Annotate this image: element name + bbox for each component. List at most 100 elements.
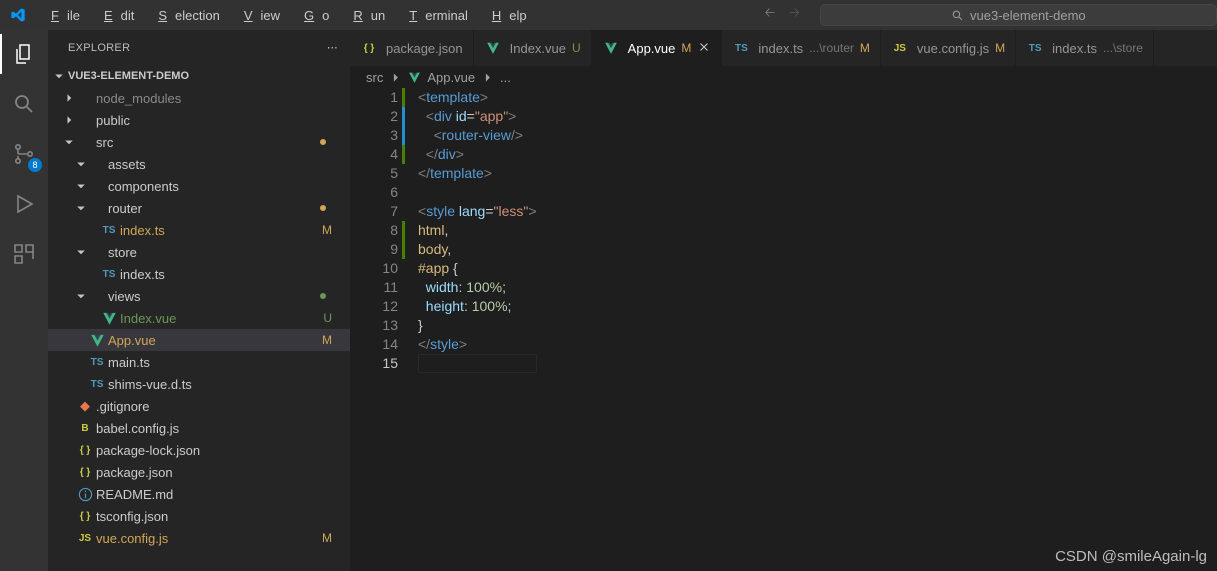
chevron-right-icon (389, 71, 402, 84)
file-shims-vue.d.ts[interactable]: TSshims-vue.d.ts (48, 373, 350, 395)
tree-item-label: .gitignore (96, 399, 149, 414)
menu-edit[interactable]: Edit (88, 0, 142, 30)
nav-back-icon[interactable]: 🡠 (765, 4, 776, 26)
search-text: vue3-element-demo (970, 8, 1086, 23)
file-package.json[interactable]: { }package.json (48, 461, 350, 483)
tree-item-label: vue.config.js (96, 531, 168, 546)
file-Index.vue[interactable]: Index.vueU (48, 307, 350, 329)
sidebar-title: EXPLORER (68, 42, 130, 54)
file-vue.config.js[interactable]: JSvue.config.jsM (48, 527, 350, 549)
tab-label: package.json (386, 41, 463, 56)
tree-item-label: views (108, 289, 141, 304)
activity-explorer[interactable] (0, 38, 48, 70)
activity-extensions[interactable] (0, 238, 48, 270)
folder-public[interactable]: public (48, 109, 350, 131)
tree-item-label: store (108, 245, 137, 260)
activity-scm[interactable]: 8 (0, 138, 48, 170)
nav-arrows: 🡠 🡢 (765, 4, 800, 26)
menu-view[interactable]: View (228, 0, 288, 30)
code-line[interactable]: </div> (418, 145, 537, 164)
code-line[interactable]: <router-view/> (418, 126, 537, 145)
file-main.ts[interactable]: TSmain.ts (48, 351, 350, 373)
activity-search[interactable] (0, 88, 48, 120)
file-babel.config.js[interactable]: Bbabel.config.js (48, 417, 350, 439)
file-tsconfig.json[interactable]: { }tsconfig.json (48, 505, 350, 527)
file-index.ts[interactable]: TSindex.tsM (48, 219, 350, 241)
scm-badge: 8 (28, 158, 42, 172)
code-line[interactable]: <template> (418, 88, 537, 107)
file-index.ts[interactable]: TSindex.ts (48, 263, 350, 285)
folder-src[interactable]: src (48, 131, 350, 153)
search-icon (951, 9, 964, 22)
code-line[interactable]: <style lang="less"> (418, 202, 537, 221)
code-editor[interactable]: 123456789101112131415 <template> <div id… (350, 88, 1217, 571)
tab-label: App.vue (628, 41, 676, 56)
vue-icon (408, 71, 421, 84)
menu-go[interactable]: Go (288, 0, 337, 30)
command-center[interactable]: vue3-element-demo (820, 4, 1217, 26)
tree-item-label: package-lock.json (96, 443, 200, 458)
tab-App.vue[interactable]: App.vueM (592, 30, 723, 66)
folder-assets[interactable]: assets (48, 153, 350, 175)
file-App.vue[interactable]: App.vueM (48, 329, 350, 351)
project-name: VUE3-ELEMENT-DEMO (68, 70, 189, 82)
folder-router[interactable]: router (48, 197, 350, 219)
menu-file[interactable]: File (35, 0, 88, 30)
menu-run[interactable]: Run (337, 0, 393, 30)
editor-group: { }package.jsonIndex.vueUApp.vueMTSindex… (350, 30, 1217, 571)
code-line[interactable]: </template> (418, 164, 537, 183)
chevron-right-icon (62, 92, 76, 104)
git-status: M (322, 531, 332, 545)
git-status: M (322, 333, 332, 347)
git-status: U (323, 311, 332, 325)
tab-label: Index.vue (510, 41, 566, 56)
tab-package.json[interactable]: { }package.json (350, 30, 474, 66)
activity-debug[interactable] (0, 188, 48, 220)
sidebar: EXPLORER ⋯ VUE3-ELEMENT-DEMO node_module… (48, 30, 350, 571)
git-dot (320, 139, 326, 145)
git-dot (320, 293, 326, 299)
folder-components[interactable]: components (48, 175, 350, 197)
file-.gitignore[interactable]: ◆.gitignore (48, 395, 350, 417)
code-line[interactable]: html, (418, 221, 537, 240)
tab-index.ts[interactable]: TSindex.ts...\routerM (722, 30, 881, 66)
code-line[interactable]: height: 100%; (418, 297, 537, 316)
menu-help[interactable]: Help (476, 0, 535, 30)
close-icon[interactable] (697, 40, 711, 57)
file-package-lock.json[interactable]: { }package-lock.json (48, 439, 350, 461)
tab-Index.vue[interactable]: Index.vueU (474, 30, 592, 66)
chevron-down-icon (52, 70, 66, 82)
code-line[interactable]: #app { (418, 259, 537, 278)
chevron-right-icon (62, 114, 76, 126)
code-line[interactable] (418, 354, 537, 373)
chevron-down-icon (74, 202, 88, 214)
code-line[interactable]: <div id="app"> (418, 107, 537, 126)
tab-label: index.ts (758, 41, 803, 56)
project-header[interactable]: VUE3-ELEMENT-DEMO (48, 65, 350, 87)
code-line[interactable] (418, 183, 537, 202)
tab-hint: ...\store (1103, 41, 1143, 55)
menu-terminal[interactable]: Terminal (393, 0, 476, 30)
chevron-down-icon (74, 158, 88, 170)
breadcrumb[interactable]: src App.vue ... (350, 66, 1217, 88)
chevron-down-icon (62, 136, 76, 148)
tab-vue.config.js[interactable]: JSvue.config.jsM (881, 30, 1016, 66)
folder-views[interactable]: views (48, 285, 350, 307)
file-README.md[interactable]: README.md (48, 483, 350, 505)
menu-bar: FileEditSelectionViewGoRunTerminalHelp (35, 0, 535, 30)
chevron-down-icon (74, 180, 88, 192)
tree-item-label: src (96, 135, 113, 150)
folder-store[interactable]: store (48, 241, 350, 263)
code-line[interactable]: </style> (418, 335, 537, 354)
breadcrumb-seg: src (366, 70, 383, 85)
folder-node_modules[interactable]: node_modules (48, 87, 350, 109)
tree-item-label: assets (108, 157, 146, 172)
tab-index.ts[interactable]: TSindex.ts...\store (1016, 30, 1154, 66)
code-line[interactable]: width: 100%; (418, 278, 537, 297)
code-line[interactable]: } (418, 316, 537, 335)
vscode-logo-icon (0, 7, 35, 23)
sidebar-more-icon[interactable]: ⋯ (327, 41, 338, 54)
tab-status: M (995, 41, 1005, 55)
menu-selection[interactable]: Selection (142, 0, 227, 30)
code-line[interactable]: body, (418, 240, 537, 259)
